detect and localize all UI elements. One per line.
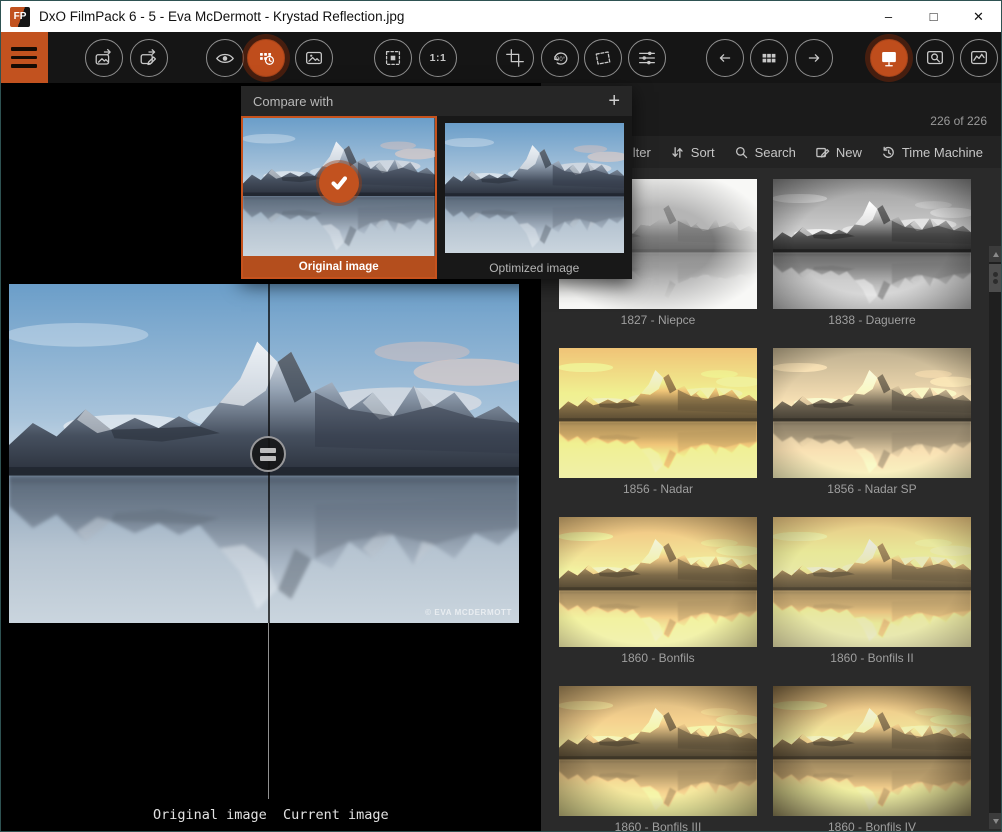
app-logo: FP bbox=[10, 7, 30, 27]
compare-popup-header: Compare with + bbox=[241, 86, 632, 116]
export-image-icon bbox=[93, 47, 115, 69]
perspective-icon bbox=[592, 47, 614, 69]
preset-label: 1860 - Bonfils II bbox=[773, 651, 971, 667]
time-machine-icon bbox=[881, 145, 896, 160]
compare-with-popup: Compare with + Original image bbox=[241, 86, 632, 279]
time-machine-button[interactable]: Time Machine bbox=[881, 145, 983, 160]
loupe-button[interactable] bbox=[916, 39, 954, 77]
compare-option-optimized[interactable]: Optimized image bbox=[437, 116, 633, 279]
export-edit-icon bbox=[138, 47, 160, 69]
fit-screen-icon bbox=[382, 47, 404, 69]
app-window: FP DxO FilmPack 6 - 5 - Eva McDermott - … bbox=[0, 0, 1002, 832]
image-view-button[interactable] bbox=[295, 39, 333, 77]
photo-canvas[interactable]: © EVA MCDERMOTT bbox=[9, 284, 519, 623]
search-button[interactable]: Search bbox=[734, 145, 796, 160]
crop-button[interactable] bbox=[496, 39, 534, 77]
rotate-90-icon: 90° bbox=[549, 47, 571, 69]
grid-icon bbox=[758, 47, 780, 69]
selected-check-icon bbox=[319, 163, 359, 203]
compare-split-line-extension bbox=[268, 623, 269, 799]
scroll-thumb[interactable] bbox=[989, 264, 1002, 292]
preset-item[interactable]: 1860 - Bonfils IV bbox=[773, 686, 971, 832]
preset-thumbnail[interactable] bbox=[773, 686, 971, 816]
svg-text:90°: 90° bbox=[556, 56, 566, 62]
search-icon bbox=[734, 145, 749, 160]
sort-arrows-icon bbox=[670, 145, 685, 160]
add-compare-button[interactable]: + bbox=[608, 91, 620, 111]
new-preset-button[interactable]: New bbox=[815, 145, 862, 160]
sort-button[interactable]: Sort bbox=[670, 145, 715, 160]
arrow-left-icon bbox=[714, 47, 736, 69]
preset-thumbnail[interactable] bbox=[773, 179, 971, 309]
histogram-button[interactable] bbox=[960, 39, 998, 77]
rotate-90-button[interactable]: 90° bbox=[541, 39, 579, 77]
scrollbar[interactable] bbox=[989, 246, 1002, 829]
preset-item[interactable]: 1860 - Bonfils III bbox=[559, 686, 757, 832]
maximize-button[interactable]: □ bbox=[911, 1, 956, 32]
compare-split-handle[interactable] bbox=[250, 436, 286, 472]
scroll-up-button[interactable] bbox=[989, 246, 1002, 262]
arrow-right-icon bbox=[803, 47, 825, 69]
eye-icon bbox=[214, 47, 236, 69]
preset-thumbnail[interactable] bbox=[559, 348, 757, 478]
current-image-label: Current image bbox=[283, 807, 389, 823]
preview-toggle-button[interactable] bbox=[206, 39, 244, 77]
thumbnail-grid-button[interactable] bbox=[750, 39, 788, 77]
display-mode-button[interactable] bbox=[870, 39, 908, 77]
preset-label: 1838 - Daguerre bbox=[773, 313, 971, 329]
preset-item[interactable]: 1856 - Nadar bbox=[559, 348, 757, 498]
menu-button[interactable] bbox=[1, 32, 48, 83]
preset-label: 1860 - Bonfils IV bbox=[773, 820, 971, 832]
image-search-icon bbox=[924, 47, 946, 69]
compare-option-label-bar: Original image bbox=[243, 256, 435, 277]
preset-item[interactable]: 1860 - Bonfils II bbox=[773, 517, 971, 667]
monitor-icon bbox=[878, 47, 900, 69]
zoom-1-1-icon: 1:1 bbox=[430, 52, 447, 64]
image-icon bbox=[303, 47, 325, 69]
preset-label: 1827 - Niepce bbox=[559, 313, 757, 329]
preset-label: 1856 - Nadar bbox=[559, 482, 757, 498]
preset-label: 1860 - Bonfils III bbox=[559, 820, 757, 832]
new-preset-icon bbox=[815, 145, 830, 160]
histogram-icon bbox=[968, 47, 990, 69]
preset-item[interactable]: 1860 - Bonfils bbox=[559, 517, 757, 667]
titlebar: FP DxO FilmPack 6 - 5 - Eva McDermott - … bbox=[1, 1, 1001, 32]
next-image-button[interactable] bbox=[795, 39, 833, 77]
compare-with-button[interactable] bbox=[247, 39, 285, 77]
scroll-down-button[interactable] bbox=[989, 813, 1002, 829]
preset-thumbnail[interactable] bbox=[559, 686, 757, 816]
export-to-editor-button[interactable] bbox=[130, 39, 168, 77]
compare-option-original[interactable]: Original image bbox=[241, 116, 437, 279]
crop-icon bbox=[504, 47, 526, 69]
close-button[interactable]: ✕ bbox=[956, 1, 1001, 32]
perspective-button[interactable] bbox=[584, 39, 622, 77]
fit-screen-button[interactable] bbox=[374, 39, 412, 77]
fine-tuning-button[interactable] bbox=[628, 39, 666, 77]
preset-item[interactable]: 1838 - Daguerre bbox=[773, 179, 971, 329]
export-image-button[interactable] bbox=[85, 39, 123, 77]
toolbar: 1:1 90° bbox=[1, 32, 1001, 83]
minimize-button[interactable]: – bbox=[866, 1, 911, 32]
window-title: DxO FilmPack 6 - 5 - Eva McDermott - Kry… bbox=[39, 9, 404, 24]
preset-thumbnail[interactable] bbox=[559, 517, 757, 647]
preset-thumbnail[interactable] bbox=[773, 517, 971, 647]
compare-presets-icon bbox=[255, 47, 277, 69]
original-image-label: Original image bbox=[153, 807, 267, 823]
preset-label: 1856 - Nadar SP bbox=[773, 482, 971, 498]
zoom-1-1-button[interactable]: 1:1 bbox=[419, 39, 457, 77]
preset-thumbnail[interactable] bbox=[773, 348, 971, 478]
preset-item[interactable]: 1856 - Nadar SP bbox=[773, 348, 971, 498]
compare-popup-title: Compare with bbox=[253, 94, 333, 109]
preset-label: 1860 - Bonfils bbox=[559, 651, 757, 667]
sliders-icon bbox=[636, 47, 658, 69]
presets-count: 226 of 226 bbox=[930, 114, 987, 128]
previous-image-button[interactable] bbox=[706, 39, 744, 77]
photo-watermark: © EVA MCDERMOTT bbox=[425, 608, 512, 617]
